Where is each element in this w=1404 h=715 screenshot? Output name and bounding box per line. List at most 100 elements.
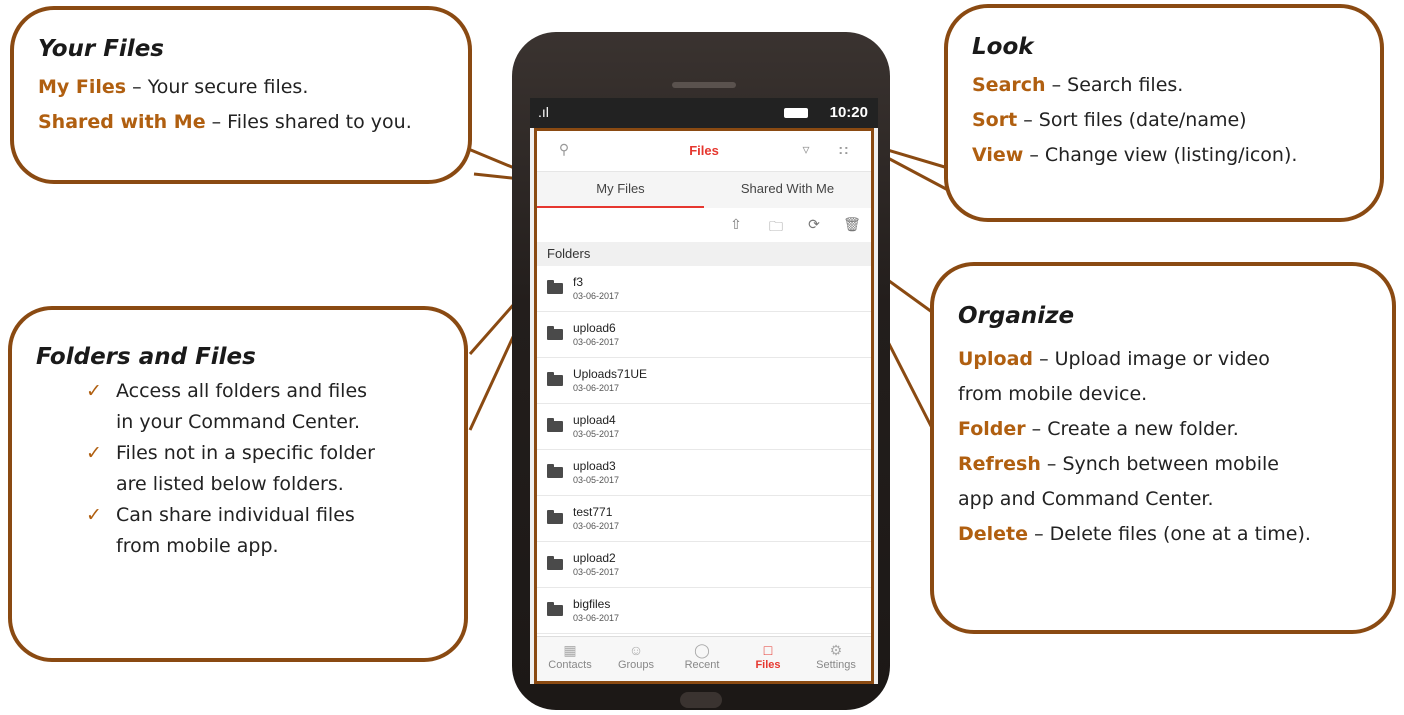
nav-contacts[interactable]: ▦ Contacts bbox=[537, 641, 603, 671]
folder-row[interactable]: bigfiles 03-06-2017 bbox=[537, 588, 871, 634]
keyword-refresh: Refresh bbox=[958, 453, 1041, 475]
feature-checklist: ✓ Access all folders and files in your Com… bbox=[36, 376, 440, 562]
folder-name: f3 bbox=[573, 275, 584, 289]
callout-line-search: Search – Search files. bbox=[972, 68, 1356, 103]
app-top-bar: ⚲ Files ▿ :: bbox=[537, 131, 871, 172]
callout-line-folder: Folder – Create a new folder. bbox=[958, 412, 1368, 447]
keyword-sort: Sort bbox=[972, 109, 1018, 131]
desc-folder: – Create a new folder. bbox=[1025, 418, 1239, 440]
bottom-navigation: ▦ Contacts ☺ Groups ◯ Recent □ Files ⚙ Settin… bbox=[537, 636, 871, 681]
groups-icon: ☺ bbox=[628, 642, 644, 658]
desc-view: – Change view (listing/icon). bbox=[1023, 144, 1298, 166]
filter-icon[interactable]: ▿ bbox=[797, 141, 815, 159]
callout-line-shared: Shared with Me – Files shared to you. bbox=[38, 105, 444, 140]
folder-name: test771 bbox=[573, 505, 613, 519]
keyword-shared-with-me: Shared with Me bbox=[38, 111, 206, 133]
tab-shared-with-me[interactable]: Shared With Me bbox=[704, 172, 871, 208]
files-icon: □ bbox=[763, 642, 773, 658]
battery-icon bbox=[784, 108, 808, 118]
nav-files[interactable]: □ Files bbox=[735, 641, 801, 671]
contacts-icon: ▦ bbox=[563, 642, 577, 658]
folder-name: upload6 bbox=[573, 321, 616, 335]
callout-line-upload-cont: from mobile device. bbox=[958, 383, 1148, 405]
folder-date: 03-05-2017 bbox=[573, 567, 620, 577]
file-toolbar: ⇧ 🗀 ⟳ 🗑 bbox=[537, 208, 871, 242]
checklist-item-line2: are listed below folders. bbox=[116, 473, 344, 495]
status-time: 10:20 bbox=[829, 104, 868, 121]
callout-look: Look Search – Search files. Sort – Sort … bbox=[944, 4, 1384, 222]
nav-recent[interactable]: ◯ Recent bbox=[669, 641, 735, 671]
callout-line-delete: Delete – Delete files (one at a time). bbox=[958, 517, 1368, 552]
callout-line-upload: Upload – Upload image or video bbox=[958, 342, 1368, 377]
desc-search: – Search files. bbox=[1045, 74, 1184, 96]
settings-icon: ⚙ bbox=[829, 642, 843, 658]
refresh-icon[interactable]: ⟳ bbox=[805, 216, 823, 233]
checkmark-icon: ✓ bbox=[86, 380, 102, 402]
keyword-view: View bbox=[972, 144, 1024, 166]
desc-refresh: – Synch between mobile bbox=[1040, 453, 1279, 475]
checkmark-icon: ✓ bbox=[86, 504, 102, 526]
callout-look-title: Look bbox=[972, 34, 1034, 60]
upload-icon[interactable]: ⇧ bbox=[727, 216, 745, 233]
callout-your-files: Your Files My Files – Your secure files.… bbox=[10, 6, 472, 184]
callout-organize: Organize Upload – Upload image or video … bbox=[930, 262, 1396, 634]
callout-line-sort: Sort – Sort files (date/name) bbox=[972, 103, 1356, 138]
view-grid-icon[interactable]: :: bbox=[835, 141, 853, 159]
app-title: Files bbox=[689, 143, 719, 158]
callout-your-files-title: Your Files bbox=[38, 36, 164, 62]
folder-row[interactable]: Uploads71UE 03-06-2017 bbox=[537, 358, 871, 404]
folder-date: 03-06-2017 bbox=[573, 291, 620, 301]
keyword-upload: Upload bbox=[958, 348, 1034, 370]
folder-icon bbox=[547, 418, 563, 432]
phone-screen: .ıl 10:20 ⚲ Files ▿ :: My Files Shared W… bbox=[530, 98, 878, 684]
checklist-item-line2: from mobile app. bbox=[116, 535, 279, 557]
callout-organize-title: Organize bbox=[958, 303, 1075, 329]
checklist-item: ✓ Files not in a specific folder are liste… bbox=[86, 438, 440, 500]
keyword-folder: Folder bbox=[958, 418, 1026, 440]
folder-date: 03-06-2017 bbox=[573, 337, 620, 347]
home-button[interactable] bbox=[680, 692, 722, 708]
folder-icon bbox=[547, 372, 563, 386]
nav-settings[interactable]: ⚙ Settings bbox=[803, 641, 869, 671]
nav-groups[interactable]: ☺ Groups bbox=[603, 641, 669, 671]
desc-my-files: – Your secure files. bbox=[126, 76, 309, 98]
checklist-item: ✓ Access all folders and files in your Com… bbox=[86, 376, 440, 438]
new-folder-icon[interactable]: 🗀 bbox=[767, 216, 785, 240]
desc-sort: – Sort files (date/name) bbox=[1017, 109, 1247, 131]
phone-mockup: .ıl 10:20 ⚲ Files ▿ :: My Files Shared W… bbox=[512, 32, 890, 710]
callout-folders-title: Folders and Files bbox=[36, 344, 256, 370]
folder-name: bigfiles bbox=[573, 597, 611, 611]
checklist-item-line1: Files not in a specific folder bbox=[116, 442, 375, 464]
status-bar: .ıl 10:20 bbox=[530, 98, 878, 128]
folder-row[interactable]: upload4 03-05-2017 bbox=[537, 404, 871, 450]
trash-icon[interactable]: 🗑 bbox=[843, 216, 861, 233]
phone-speaker bbox=[672, 82, 736, 88]
checklist-item-line1: Access all folders and files bbox=[116, 380, 368, 402]
folder-icon bbox=[547, 510, 563, 524]
folders-section-header: Folders bbox=[537, 242, 871, 266]
folder-row[interactable]: upload2 03-05-2017 bbox=[537, 542, 871, 588]
folder-date: 03-06-2017 bbox=[573, 613, 620, 623]
files-app: ⚲ Files ▿ :: My Files Shared With Me ⇧ 🗀… bbox=[534, 128, 874, 684]
folder-date: 03-06-2017 bbox=[573, 383, 620, 393]
callout-line-my-files: My Files – Your secure files. bbox=[38, 70, 444, 105]
checklist-item-line1: Can share individual files bbox=[116, 504, 355, 526]
folder-row[interactable]: f3 03-06-2017 bbox=[537, 266, 871, 312]
callout-line-refresh: Refresh – Synch between mobile bbox=[958, 447, 1368, 482]
keyword-my-files: My Files bbox=[38, 76, 127, 98]
folder-date: 03-06-2017 bbox=[573, 521, 620, 531]
folder-row[interactable]: upload3 03-05-2017 bbox=[537, 450, 871, 496]
desc-shared-with-me: – Files shared to you. bbox=[205, 111, 412, 133]
folder-list: f3 03-06-2017 upload6 03-06-2017 Uploads71UE… bbox=[537, 266, 871, 634]
folder-row[interactable]: test771 03-06-2017 bbox=[537, 496, 871, 542]
folder-name: upload3 bbox=[573, 459, 616, 473]
recent-icon: ◯ bbox=[694, 642, 710, 658]
checkmark-icon: ✓ bbox=[86, 442, 102, 464]
folder-icon bbox=[547, 464, 563, 478]
callout-folders-and-files: Folders and Files ✓ Access all folders an… bbox=[8, 306, 468, 662]
callout-line-refresh-cont: app and Command Center. bbox=[958, 488, 1214, 510]
tab-my-files[interactable]: My Files bbox=[537, 172, 704, 208]
folder-row[interactable]: upload6 03-06-2017 bbox=[537, 312, 871, 358]
nav-label: Recent bbox=[684, 659, 720, 671]
folder-icon bbox=[547, 280, 563, 294]
